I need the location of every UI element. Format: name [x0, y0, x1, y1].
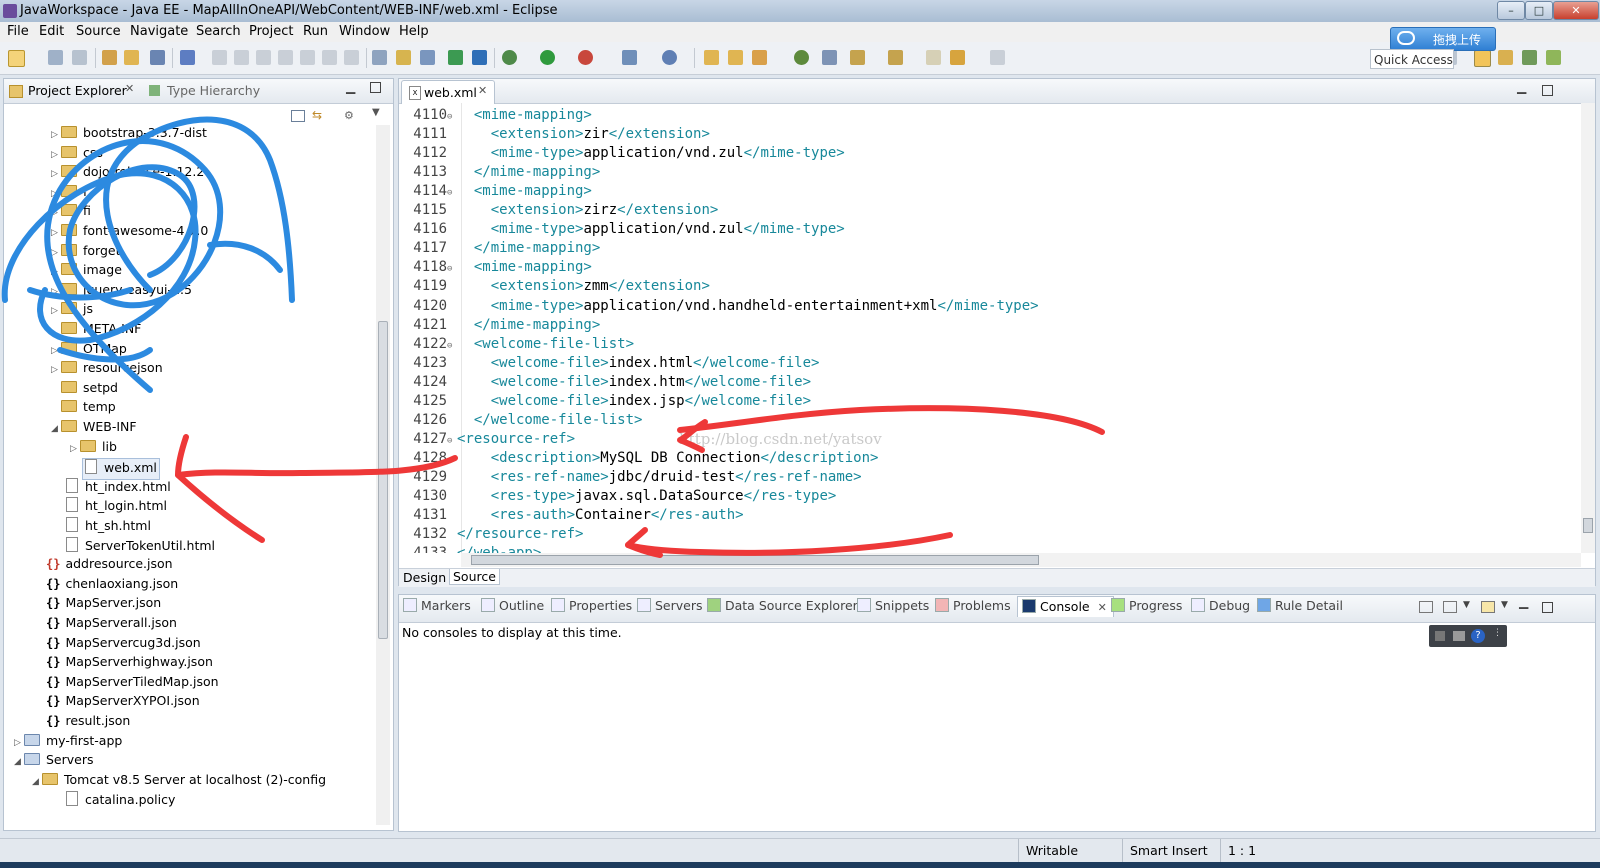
- arrowhead-closing-ref: [625, 527, 663, 558]
- arrowhead-web-xml: [175, 434, 265, 543]
- red-arrows: [175, 405, 1105, 558]
- blue-scribble: [1, 116, 295, 393]
- arrow-to-closing-ref: [625, 532, 953, 556]
- arrow-to-resource-ref: [677, 405, 1105, 435]
- annotation-overlay: [1, 116, 1105, 558]
- arrow-to-web-xml: [175, 455, 458, 478]
